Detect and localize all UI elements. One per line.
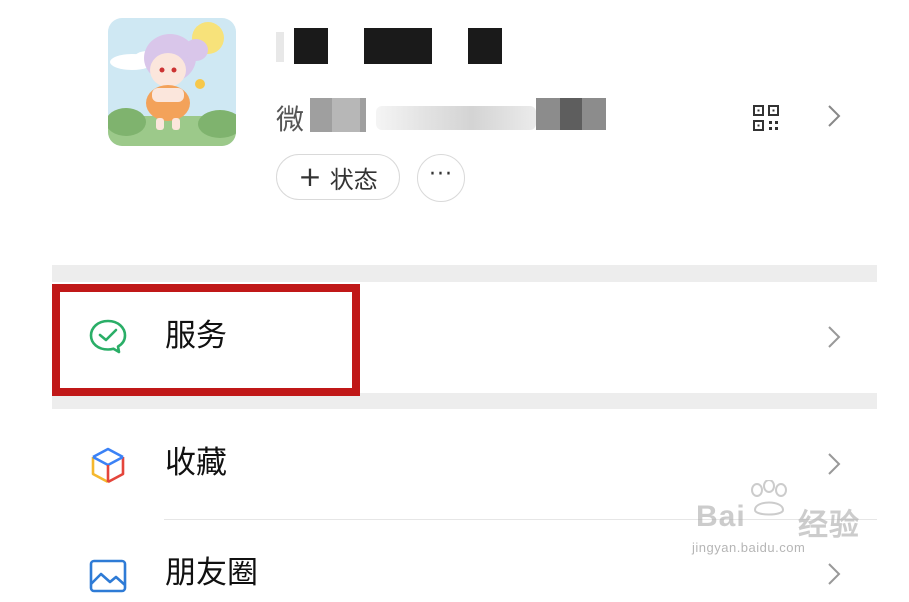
wechat-id-label: 微 xyxy=(276,103,305,136)
favorites-label: 收藏 xyxy=(165,445,227,481)
moments-label: 朋友圈 xyxy=(165,555,258,591)
more-dots-icon: ··· xyxy=(429,162,453,187)
wechat-id: 微 xyxy=(276,96,616,136)
chevron-right-icon xyxy=(827,562,841,586)
plus-icon: + xyxy=(298,160,322,193)
watermark-brand-cn: 经验 xyxy=(798,509,860,542)
watermark-site: jingyan.baidu.com xyxy=(692,540,806,555)
baidu-jingyan-watermark: Bai 经验 jingyan.baidu.com xyxy=(690,479,870,560)
section-separator xyxy=(52,265,877,282)
more-button[interactable]: ··· xyxy=(417,154,465,202)
qr-code-icon[interactable] xyxy=(752,104,780,132)
chevron-right-icon[interactable] xyxy=(827,104,841,128)
highlight-box xyxy=(52,284,360,396)
profile-header[interactable]: 微 + 状态 ··· xyxy=(0,0,909,265)
chevron-right-icon xyxy=(827,325,841,349)
paw-logo-icon xyxy=(745,479,795,520)
image-icon xyxy=(88,558,128,598)
chevron-right-icon xyxy=(827,452,841,476)
cube-icon xyxy=(88,445,128,485)
nickname-redacted xyxy=(276,26,516,68)
watermark-brand: Bai xyxy=(696,500,746,533)
avatar[interactable] xyxy=(108,18,236,146)
status-button-label: 状态 xyxy=(329,165,378,194)
add-status-button[interactable]: + 状态 xyxy=(276,154,400,200)
